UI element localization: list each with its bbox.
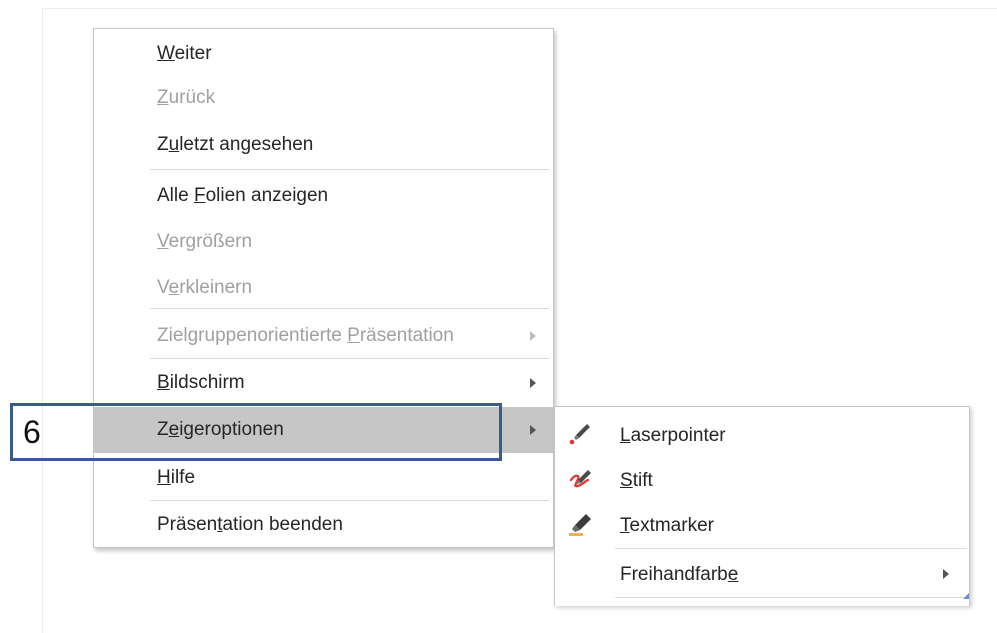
submenu-item-textmarker[interactable]: Textmarker bbox=[555, 503, 969, 547]
menu-separator bbox=[150, 500, 549, 501]
menu-separator bbox=[150, 169, 549, 170]
menu-item-label: Verkleinern bbox=[157, 277, 253, 298]
submenu-item-label: Freihandfarbe bbox=[620, 564, 739, 585]
pointer-options-submenu: Laserpointer Stift Textmarker Freihandfa… bbox=[554, 406, 970, 606]
menu-item-bildschirm[interactable]: Bildschirm bbox=[94, 362, 553, 404]
menu-item-label: Vergrößern bbox=[157, 231, 253, 252]
submenu-separator bbox=[615, 548, 967, 549]
menu-item-vergroessern[interactable]: Vergrößern bbox=[94, 221, 553, 263]
menu-item-zielgruppenorientierte-praesentation[interactable]: Zielgruppenorientierte Präsentation bbox=[94, 315, 553, 357]
menu-item-label: Bildschirm bbox=[157, 372, 245, 393]
submenu-item-label: Stift bbox=[620, 470, 653, 491]
submenu-item-freihandfarbe[interactable]: Freihandfarbe bbox=[555, 552, 969, 596]
submenu-item-laserpointer[interactable]: Laserpointer bbox=[555, 413, 969, 457]
submenu-arrow-icon bbox=[530, 331, 536, 341]
menu-item-verkleinern[interactable]: Verkleinern bbox=[94, 267, 553, 309]
menu-item-label: Zuletzt angesehen bbox=[157, 134, 314, 155]
pen-icon bbox=[567, 466, 593, 492]
menu-item-alle-folien-anzeigen[interactable]: Alle Folien anzeigen bbox=[94, 175, 553, 217]
submenu-item-stift[interactable]: Stift bbox=[555, 458, 969, 502]
submenu-item-label: Textmarker bbox=[620, 515, 714, 536]
menu-item-label: Hilfe bbox=[157, 467, 196, 488]
menu-item-label: Alle Folien anzeigen bbox=[157, 185, 329, 206]
menu-item-label: Präsentation beenden bbox=[157, 514, 343, 535]
submenu-arrow-icon bbox=[943, 569, 949, 579]
context-menu: Weiter Zurück Zuletzt angesehen Alle Fol… bbox=[93, 28, 554, 548]
menu-item-zuletzt-angesehen[interactable]: Zuletzt angesehen bbox=[94, 124, 553, 166]
submenu-arrow-icon bbox=[530, 378, 536, 388]
menu-item-zurueck[interactable]: Zurück bbox=[94, 77, 553, 119]
menu-item-weiter[interactable]: Weiter bbox=[94, 33, 553, 75]
highlighter-icon bbox=[567, 511, 593, 537]
menu-separator bbox=[150, 308, 549, 309]
menu-item-label: Zurück bbox=[157, 87, 216, 108]
callout-box: 6 bbox=[10, 403, 502, 461]
submenu-separator bbox=[615, 597, 967, 598]
submenu-item-label: Laserpointer bbox=[620, 425, 726, 446]
menu-item-label: Weiter bbox=[157, 43, 212, 64]
menu-item-label: Zielgruppenorientierte Präsentation bbox=[157, 325, 454, 346]
menu-item-hilfe[interactable]: Hilfe bbox=[94, 457, 553, 499]
resize-corner-icon bbox=[963, 593, 969, 599]
callout-number: 6 bbox=[23, 414, 41, 450]
laser-pointer-icon bbox=[567, 421, 593, 447]
menu-item-praesentation-beenden[interactable]: Präsentation beenden bbox=[94, 504, 553, 546]
menu-separator bbox=[150, 358, 549, 359]
submenu-arrow-icon bbox=[530, 425, 536, 435]
